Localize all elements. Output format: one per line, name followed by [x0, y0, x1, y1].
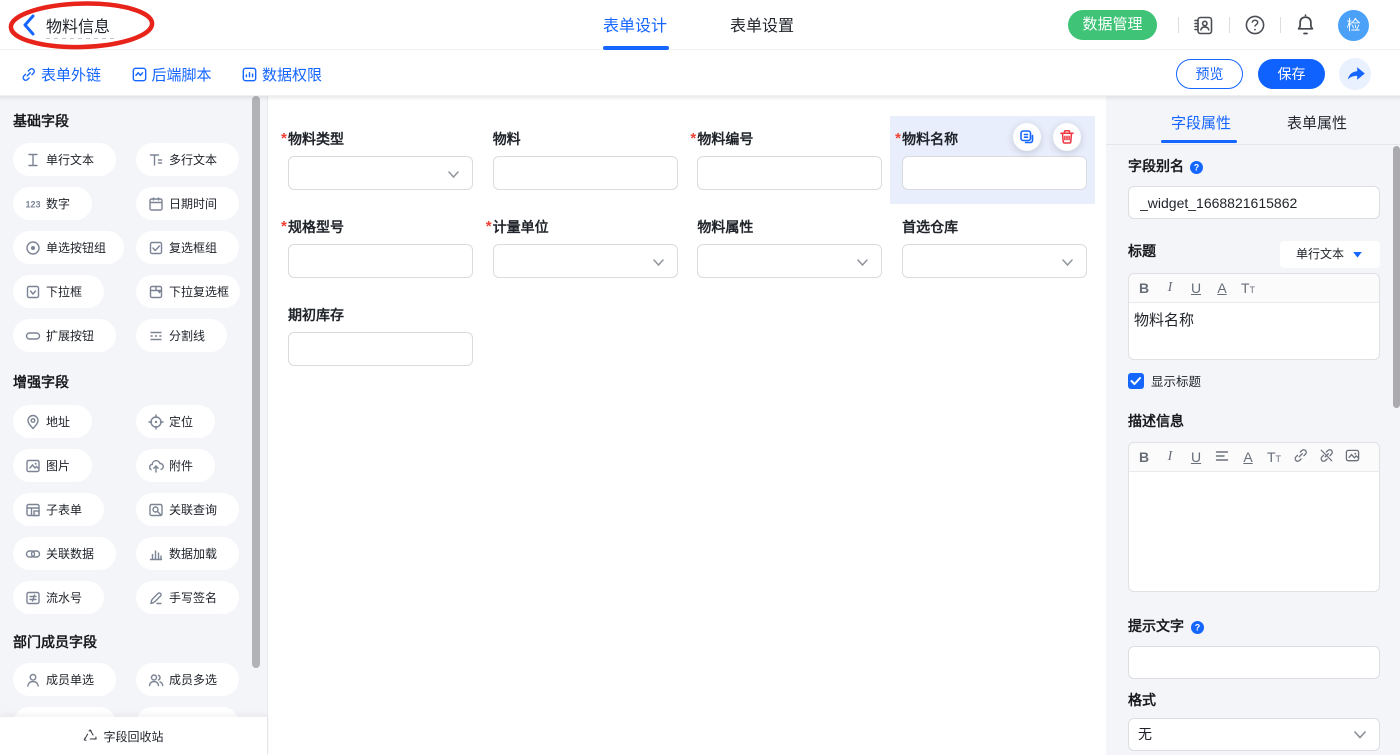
svg-text:123: 123 [25, 199, 40, 209]
svg-text:?: ? [1194, 163, 1200, 173]
svg-text:?: ? [1194, 622, 1200, 632]
